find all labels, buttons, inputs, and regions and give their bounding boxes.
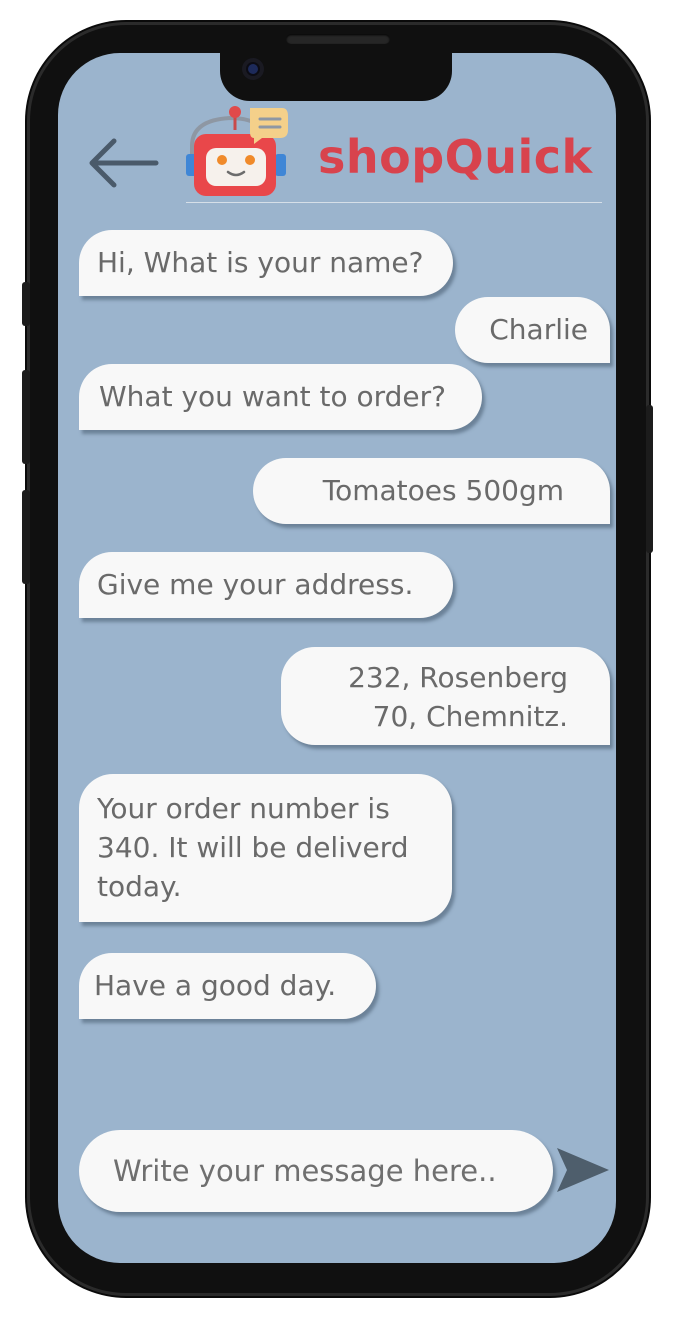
- message-input[interactable]: [79, 1130, 553, 1212]
- bot-message: Hi, What is your name?: [79, 230, 453, 296]
- earpiece-speaker: [286, 34, 390, 44]
- volume-down-button: [22, 490, 30, 584]
- ringer-switch: [22, 282, 30, 326]
- app-title: shopQuick: [318, 130, 593, 184]
- arrow-left-icon[interactable]: [86, 136, 160, 190]
- volume-up-button: [22, 370, 30, 464]
- user-message: 232, Rosenberg 70, Chemnitz.: [281, 647, 610, 745]
- bot-message: Have a good day.: [79, 953, 376, 1019]
- power-button: [646, 405, 653, 553]
- user-message: Charlie: [455, 297, 610, 363]
- bot-message: Your order number is 340. It will be del…: [79, 774, 452, 922]
- header-divider: [186, 202, 602, 203]
- front-camera: [242, 58, 264, 80]
- chat-robot-icon: [186, 106, 288, 196]
- bot-message: Give me your address.: [79, 552, 453, 618]
- user-message: Tomatoes 500gm: [253, 458, 610, 524]
- send-icon[interactable]: [555, 1145, 611, 1195]
- bot-message: What you want to order?: [79, 364, 482, 430]
